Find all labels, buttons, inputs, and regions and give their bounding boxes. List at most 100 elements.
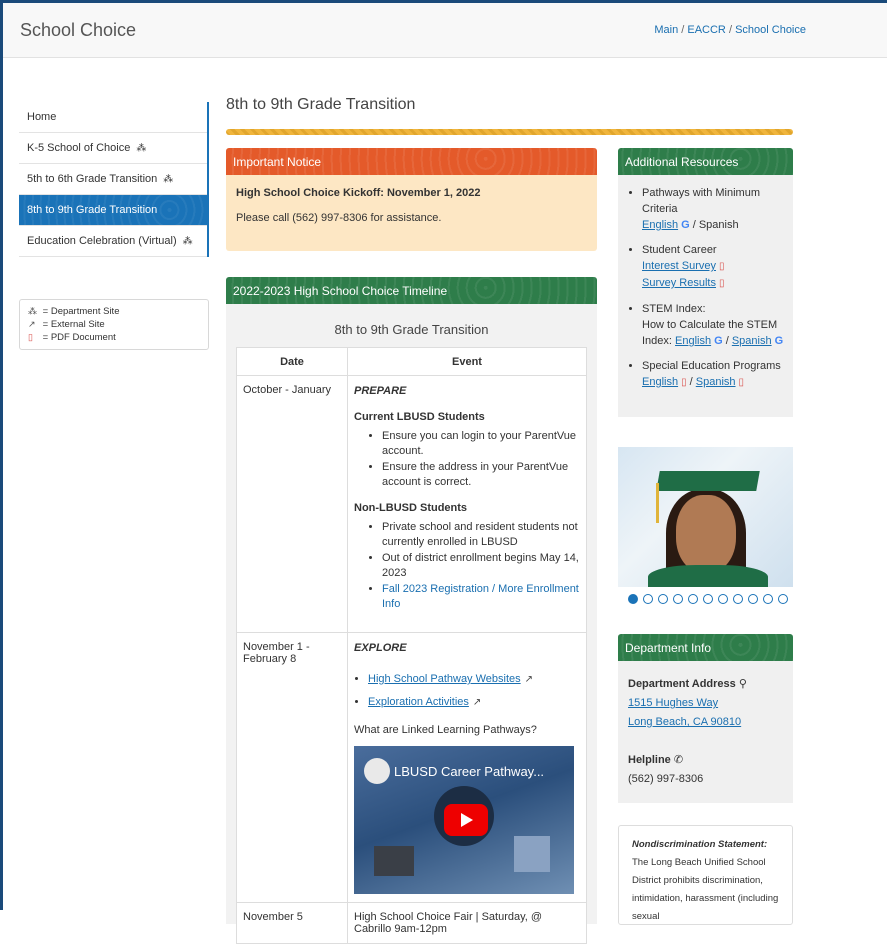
list-item: Special Education Programs English ▯ / Sp…	[642, 358, 785, 391]
decorative-divider	[226, 129, 793, 135]
stem-spanish-link[interactable]: Spanish	[732, 335, 772, 347]
sidebar-item-8th-to-9th[interactable]: 8th to 9th Grade Transition	[19, 195, 207, 226]
list-item: Out of district enrollment begins May 14…	[382, 551, 580, 581]
row-event: High School Choice Fair | Saturday, @ Ca…	[347, 902, 587, 944]
carousel-dot[interactable]	[643, 594, 653, 604]
resource-title: Pathways with Minimum Criteria	[642, 187, 760, 215]
important-notice-panel: Important Notice High School Choice Kick…	[226, 148, 597, 251]
video-player[interactable]: LBUSD Career Pathway...	[354, 746, 574, 894]
non-lbusd-students-list: Private school and resident students not…	[354, 520, 580, 612]
sidebar-item-label: 5th to 6th Grade Transition	[27, 173, 158, 185]
department-heading: Department Info	[618, 634, 793, 661]
carousel-dot[interactable]	[688, 594, 698, 604]
graduate-photo-shape	[676, 495, 736, 573]
carousel-dot[interactable]	[658, 594, 668, 604]
current-students-title: Current LBUSD Students	[354, 411, 485, 423]
carousel-dot[interactable]	[718, 594, 728, 604]
external-link-icon: ↗	[28, 319, 36, 329]
top-bar: School Choice Main / EACCR / School Choi…	[3, 3, 887, 58]
breadcrumb: Main / EACCR / School Choice	[654, 24, 806, 36]
breadcrumb-main-link[interactable]: Main	[654, 24, 678, 36]
helpline-label: Helpline	[628, 754, 671, 766]
carousel-image[interactable]	[618, 447, 793, 587]
resource-title: Student Career	[642, 244, 717, 256]
resources-body: Pathways with Minimum Criteria EnglishG …	[618, 175, 793, 417]
timeline-body: 8th to 9th Grade Transition Date Event O…	[226, 304, 597, 944]
app-title: School Choice	[20, 19, 137, 40]
list-item: Ensure the address in your ParentVue acc…	[382, 460, 580, 490]
non-lbusd-students-title: Non-LBUSD Students	[354, 502, 468, 514]
carousel-dot[interactable]	[763, 594, 773, 604]
breadcrumb-eaccr-link[interactable]: EACCR	[687, 24, 726, 36]
department-body: Department Address ⚲ 1515 Hughes Way Lon…	[618, 661, 793, 803]
sidebar-item-label: Education Celebration (Virtual)	[27, 235, 177, 247]
interest-survey-link[interactable]: Interest Survey	[642, 260, 716, 272]
notice-text: Please call (562) 997-8306 for assistanc…	[236, 212, 442, 224]
stem-english-link[interactable]: English	[675, 335, 711, 347]
carousel-dot[interactable]	[748, 594, 758, 604]
video-title: LBUSD Career Pathway...	[394, 764, 545, 779]
list-item: Pathways with Minimum Criteria EnglishG …	[642, 185, 785, 233]
carousel-dot[interactable]	[778, 594, 788, 604]
breadcrumb-separator: /	[725, 24, 736, 36]
row-event: PREPARE Current LBUSD Students Ensure yo…	[347, 375, 587, 633]
graduate-photo-shape	[656, 483, 659, 523]
side-nav-list: Home K-5 School of Choice ⁂ 5th to 6th Gr…	[19, 102, 209, 257]
current-students-list: Ensure you can login to your ParentVue a…	[354, 429, 580, 490]
row-event: EXPLORE High School Pathway Websites↗ Ex…	[347, 632, 587, 903]
exploration-activities-link[interactable]: Exploration Activities	[368, 696, 469, 708]
video-thumbnail-shape	[374, 846, 414, 876]
legend-dept-label: = Department Site	[42, 306, 120, 317]
link-separator: /	[722, 335, 732, 347]
address-line2-link[interactable]: Long Beach, CA 90810	[628, 716, 741, 728]
nondiscrimination-text: The Long Beach Unified School District p…	[632, 857, 779, 922]
sidebar-item-k5-school-of-choice[interactable]: K-5 School of Choice ⁂	[19, 133, 207, 164]
main-content: 8th to 9th Grade Transition	[226, 96, 597, 126]
timeline-panel: 2022-2023 High School Choice Timeline 8t…	[226, 277, 597, 944]
address-line1-link[interactable]: 1515 Hughes Way	[628, 697, 718, 709]
page-body: Home K-5 School of Choice ⁂ 5th to 6th Gr…	[3, 58, 887, 944]
list-item: Student Career Interest Survey▯ Survey R…	[642, 242, 785, 292]
sped-spanish-link[interactable]: Spanish	[696, 376, 736, 388]
link-separator: /	[686, 376, 696, 388]
resources-heading: Additional Resources	[618, 148, 793, 175]
carousel-dot[interactable]	[673, 594, 683, 604]
sidebar-item-label: 8th to 9th Grade Transition	[27, 204, 158, 216]
survey-results-link[interactable]: Survey Results	[642, 277, 716, 289]
sidebar-item-home[interactable]: Home	[19, 102, 207, 133]
table-row: November 5 High School Choice Fair | Sat…	[236, 902, 587, 944]
play-icon[interactable]	[444, 804, 488, 836]
page-title: 8th to 9th Grade Transition	[226, 96, 416, 113]
sidebar-item-5th-to-6th[interactable]: 5th to 6th Grade Transition ⁂	[19, 164, 207, 195]
phone-icon: ✆	[673, 754, 684, 766]
carousel-dot[interactable]	[733, 594, 743, 604]
resource-title: STEM Index:	[642, 303, 706, 315]
registration-link[interactable]: Fall 2023 Registration / More Enrollment…	[382, 583, 579, 610]
icon-legend: ⁂ = Department Site ↗ = External Site ▯ …	[19, 299, 209, 350]
nondiscrimination-statement: Nondiscrimination Statement: The Long Be…	[618, 825, 793, 925]
explore-links: High School Pathway Websites↗ Exploratio…	[354, 668, 580, 714]
pathways-english-link[interactable]: English	[642, 219, 678, 231]
link-separator: /	[689, 219, 699, 231]
linked-learning-question: What are Linked Learning Pathways?	[354, 724, 537, 736]
breadcrumb-current[interactable]: School Choice	[735, 24, 806, 36]
list-item: STEM Index: How to Calculate the STEM In…	[642, 301, 785, 349]
list-item: High School Pathway Websites↗	[368, 668, 580, 691]
list-item: Fall 2023 Registration / More Enrollment…	[382, 582, 580, 612]
pdf-icon: ▯	[738, 377, 745, 388]
list-item: Ensure you can login to your ParentVue a…	[382, 429, 580, 459]
department-info-panel: Department Info Department Address ⚲ 151…	[618, 634, 793, 803]
sped-english-link[interactable]: English	[642, 376, 678, 388]
map-marker-icon: ⚲	[738, 678, 747, 690]
column-header-event: Event	[347, 347, 587, 376]
carousel-dot[interactable]	[628, 594, 638, 604]
sidebar-item-label: Home	[27, 111, 57, 123]
notice-kickoff: High School Choice Kickoff: November 1, …	[236, 187, 481, 199]
carousel-dot[interactable]	[703, 594, 713, 604]
sidebar-item-education-celebration[interactable]: Education Celebration (Virtual) ⁂	[19, 226, 207, 257]
breadcrumb-separator: /	[678, 24, 688, 36]
row-date: November 5	[236, 902, 348, 944]
sidebar-item-label: K-5 School of Choice	[27, 142, 131, 154]
table-row: November 1 - February 8 EXPLORE High Sch…	[236, 632, 587, 903]
pathway-websites-link[interactable]: High School Pathway Websites	[368, 673, 521, 685]
